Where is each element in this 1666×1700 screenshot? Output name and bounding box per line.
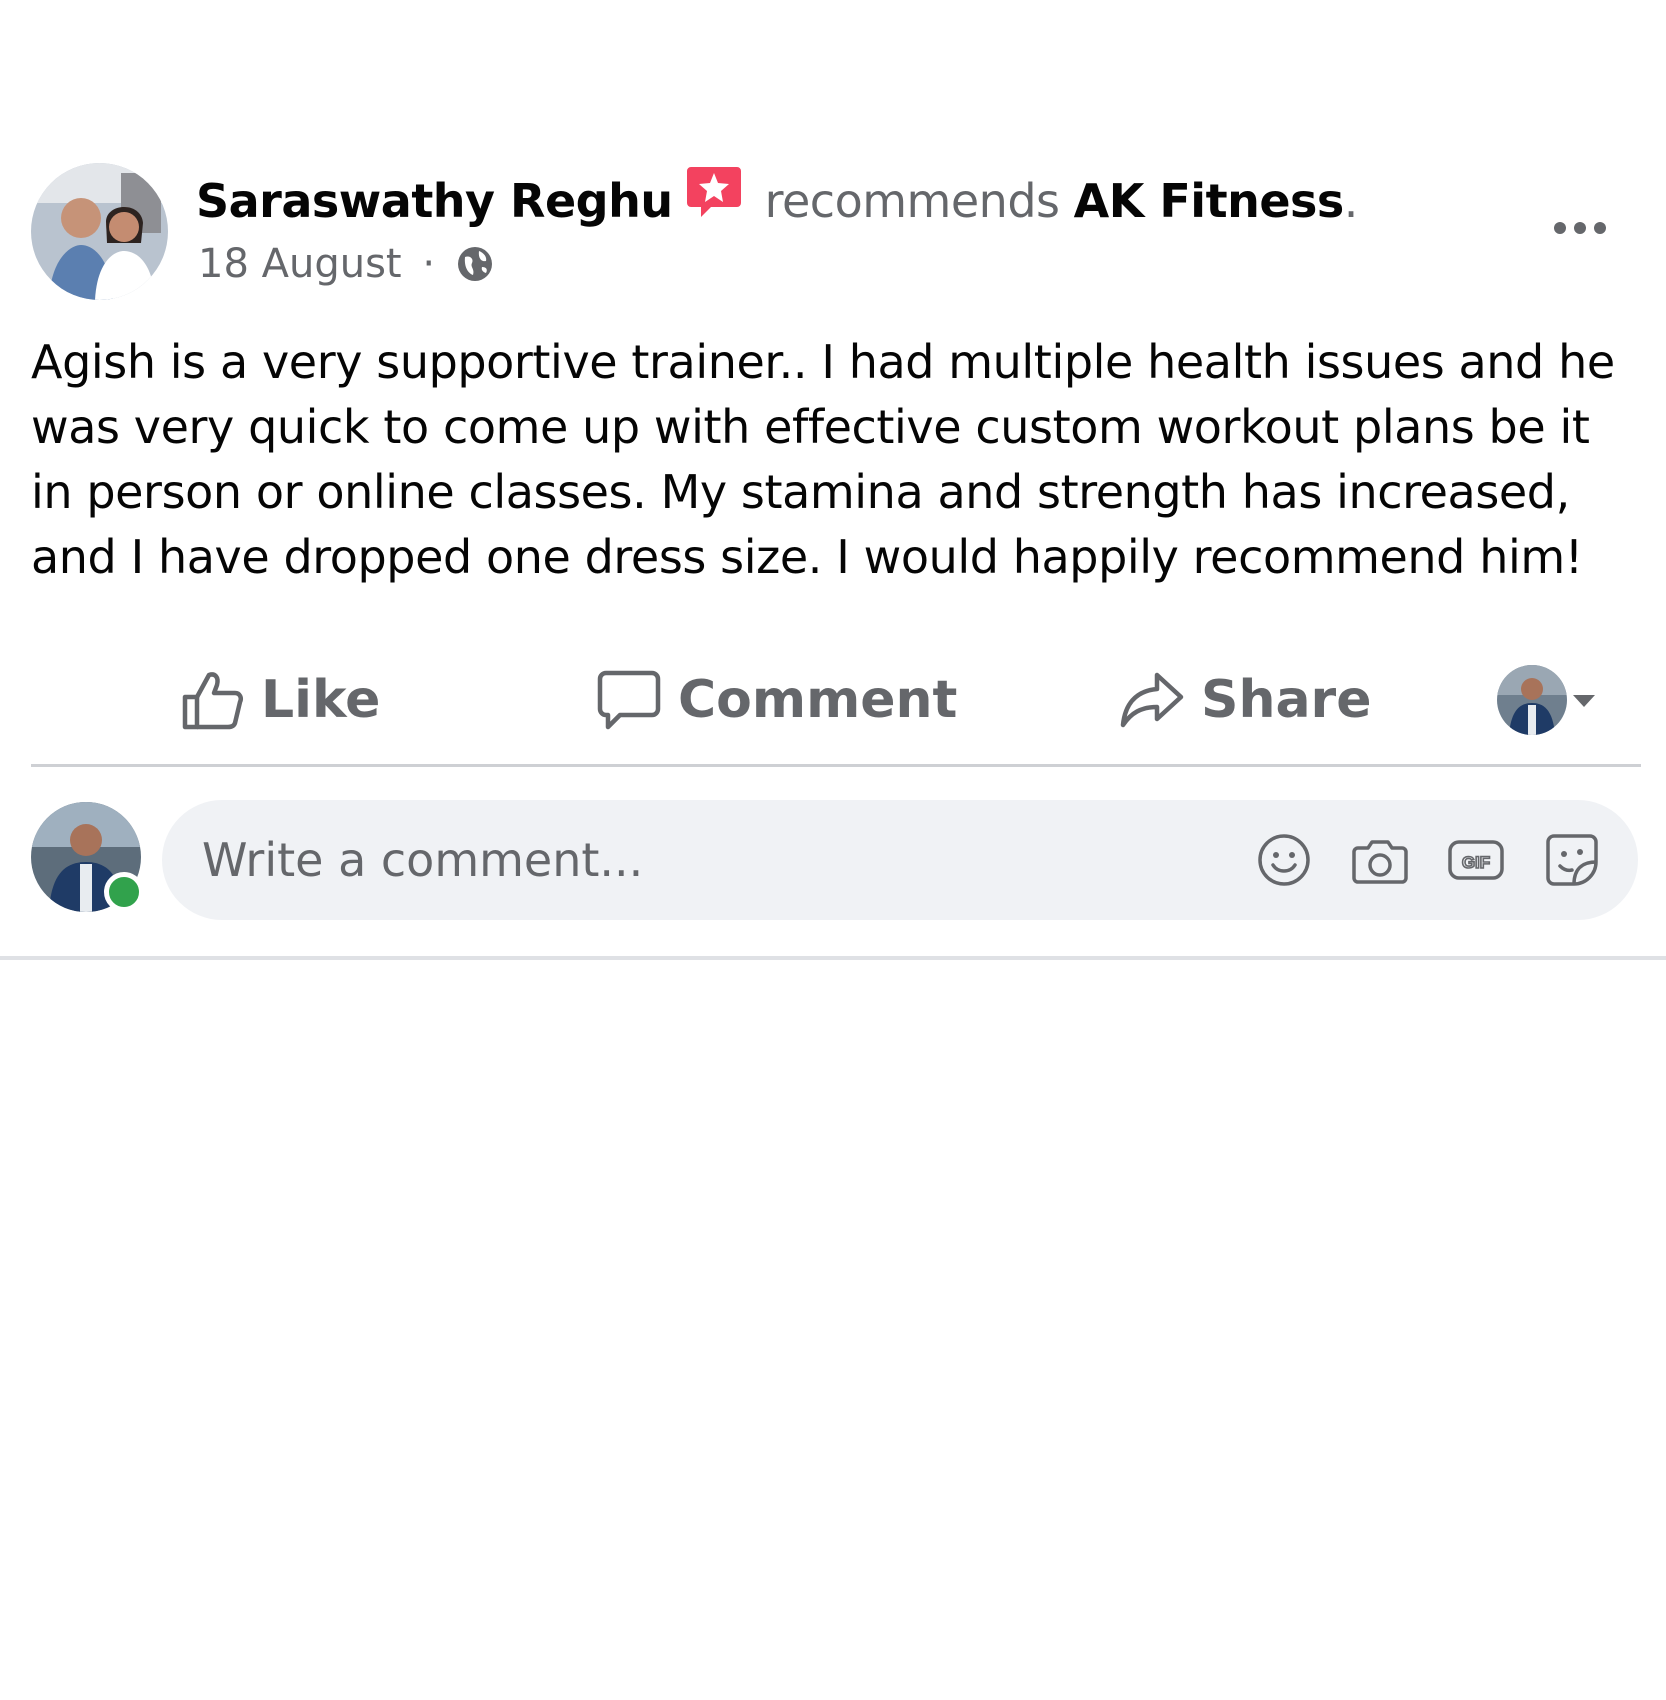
globe-icon[interactable] <box>456 245 494 283</box>
comment-tools: GIF <box>1218 830 1602 890</box>
post-card: Saraswathy Reghu recommends AK Fitness. … <box>0 0 1666 960</box>
recommendation-icon <box>686 167 741 217</box>
emoji-icon[interactable] <box>1254 830 1314 890</box>
caret-down-icon <box>1573 695 1595 707</box>
more-options-button[interactable] <box>1540 200 1620 256</box>
recommends-text: recommends <box>764 174 1060 228</box>
comment-input[interactable]: Write a comment... GIF <box>162 800 1638 920</box>
comment-icon <box>597 670 661 730</box>
page-suffix: . <box>1343 174 1359 228</box>
comment-label: Comment <box>678 670 958 730</box>
more-options-icon <box>1554 222 1606 234</box>
thumbs-up-icon <box>182 672 244 730</box>
divider <box>31 764 1641 767</box>
comment-button[interactable]: Comment <box>596 650 957 750</box>
gif-icon[interactable]: GIF <box>1446 830 1506 890</box>
sticker-icon[interactable] <box>1542 830 1602 890</box>
like-button[interactable]: Like <box>179 650 380 750</box>
post-actions: Like Comment Share <box>31 650 1641 750</box>
camera-icon[interactable] <box>1350 830 1410 890</box>
comment-placeholder: Write a comment... <box>202 833 644 887</box>
reaction-profile-selector[interactable] <box>1497 660 1601 740</box>
meta-separator: · <box>422 241 436 287</box>
share-icon <box>1120 672 1184 728</box>
author-photo <box>31 163 168 300</box>
online-status-indicator <box>104 872 144 912</box>
share-button[interactable]: Share <box>1119 650 1371 750</box>
share-label: Share <box>1201 670 1372 730</box>
profile-photo <box>1497 665 1567 735</box>
svg-text:GIF: GIF <box>1462 853 1490 872</box>
author-avatar[interactable] <box>31 163 168 300</box>
author-name[interactable]: Saraswathy Reghu <box>196 174 673 228</box>
post-body: Agish is a very supportive trainer.. I h… <box>31 335 1615 584</box>
like-label: Like <box>261 670 381 730</box>
post-header: Saraswathy Reghu recommends AK Fitness. <box>196 163 1358 233</box>
page-link[interactable]: AK Fitness <box>1074 174 1345 228</box>
profile-avatar-small <box>1497 665 1567 735</box>
post-date[interactable]: 18 August <box>198 241 402 287</box>
post-meta: 18 August · <box>198 236 494 292</box>
